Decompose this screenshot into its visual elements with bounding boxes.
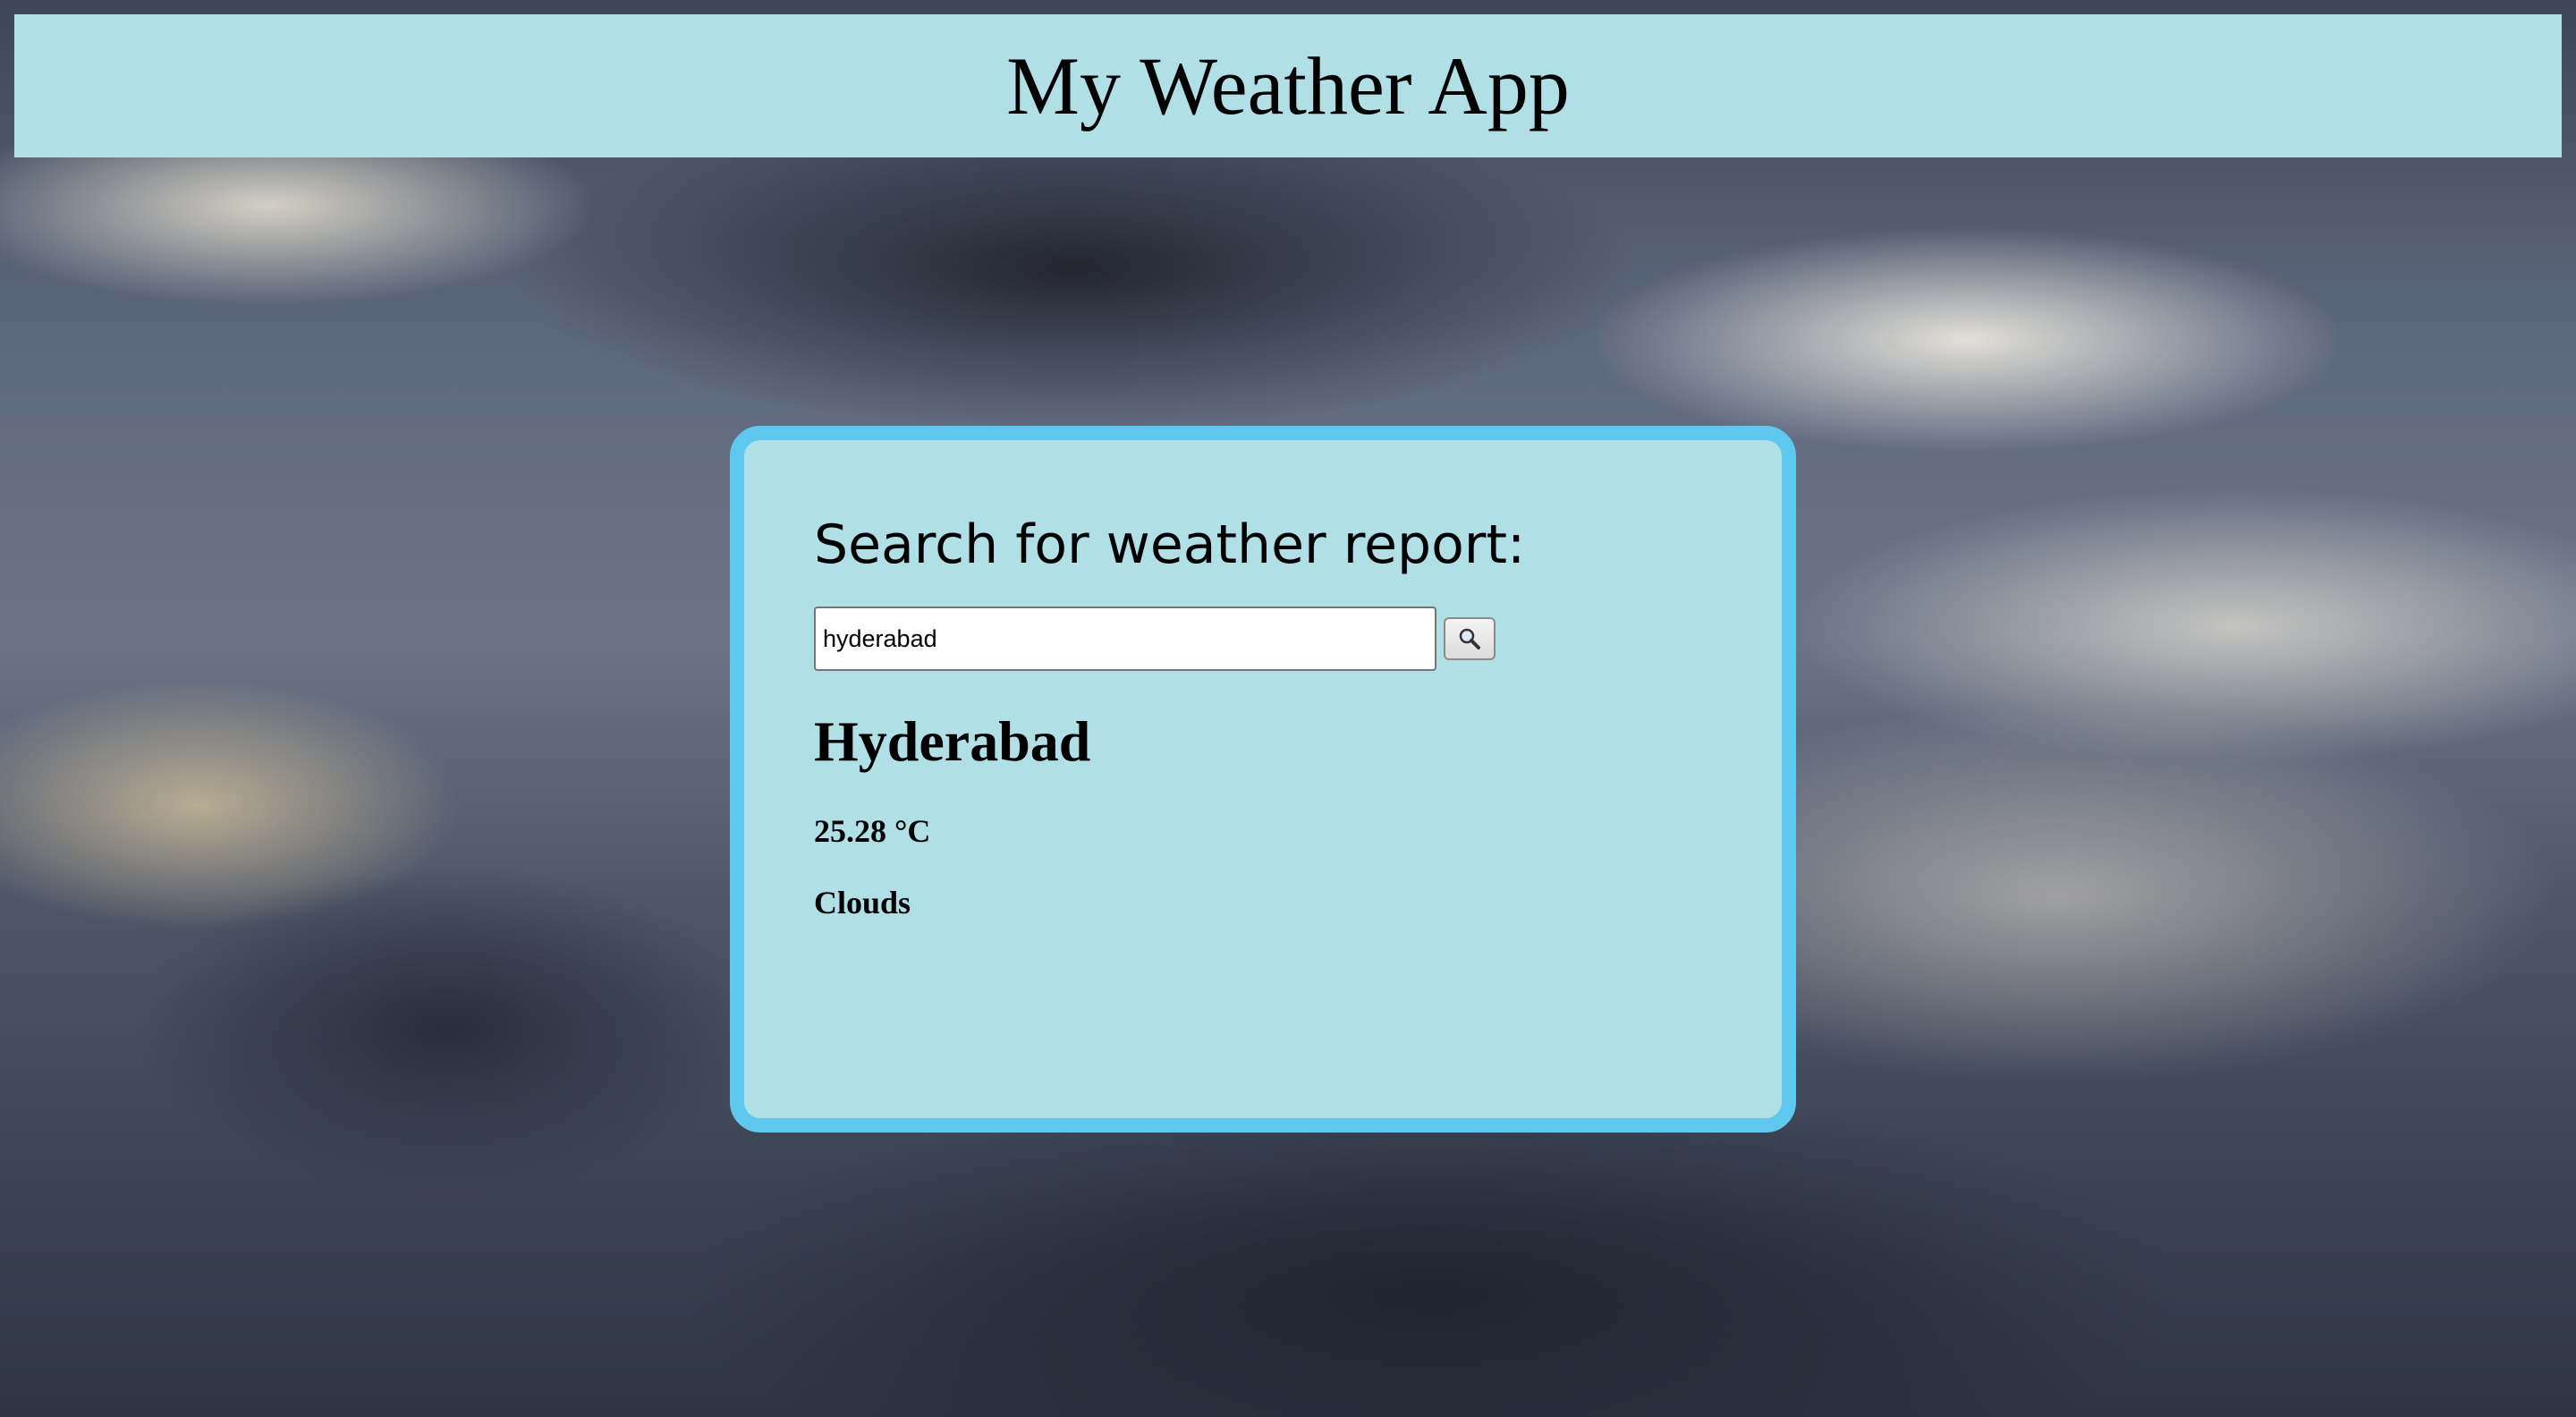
city-search-input[interactable] [814,607,1436,671]
weather-card: Search for weather report: Hyderabad 25.… [730,426,1796,1133]
app-title: My Weather App [1006,40,1570,132]
search-prompt: Search for weather report: [814,513,1526,576]
page-background: { "header": { "title": "My Weather App" … [0,0,2576,1417]
weather-description: Clouds [814,885,911,921]
search-button[interactable] [1444,617,1496,660]
city-name: Hyderabad [814,709,1091,773]
app-header: My Weather App [14,14,2562,157]
search-row [814,607,1782,671]
search-icon [1459,628,1480,649]
temperature-value: 25.28 °C [814,813,931,849]
